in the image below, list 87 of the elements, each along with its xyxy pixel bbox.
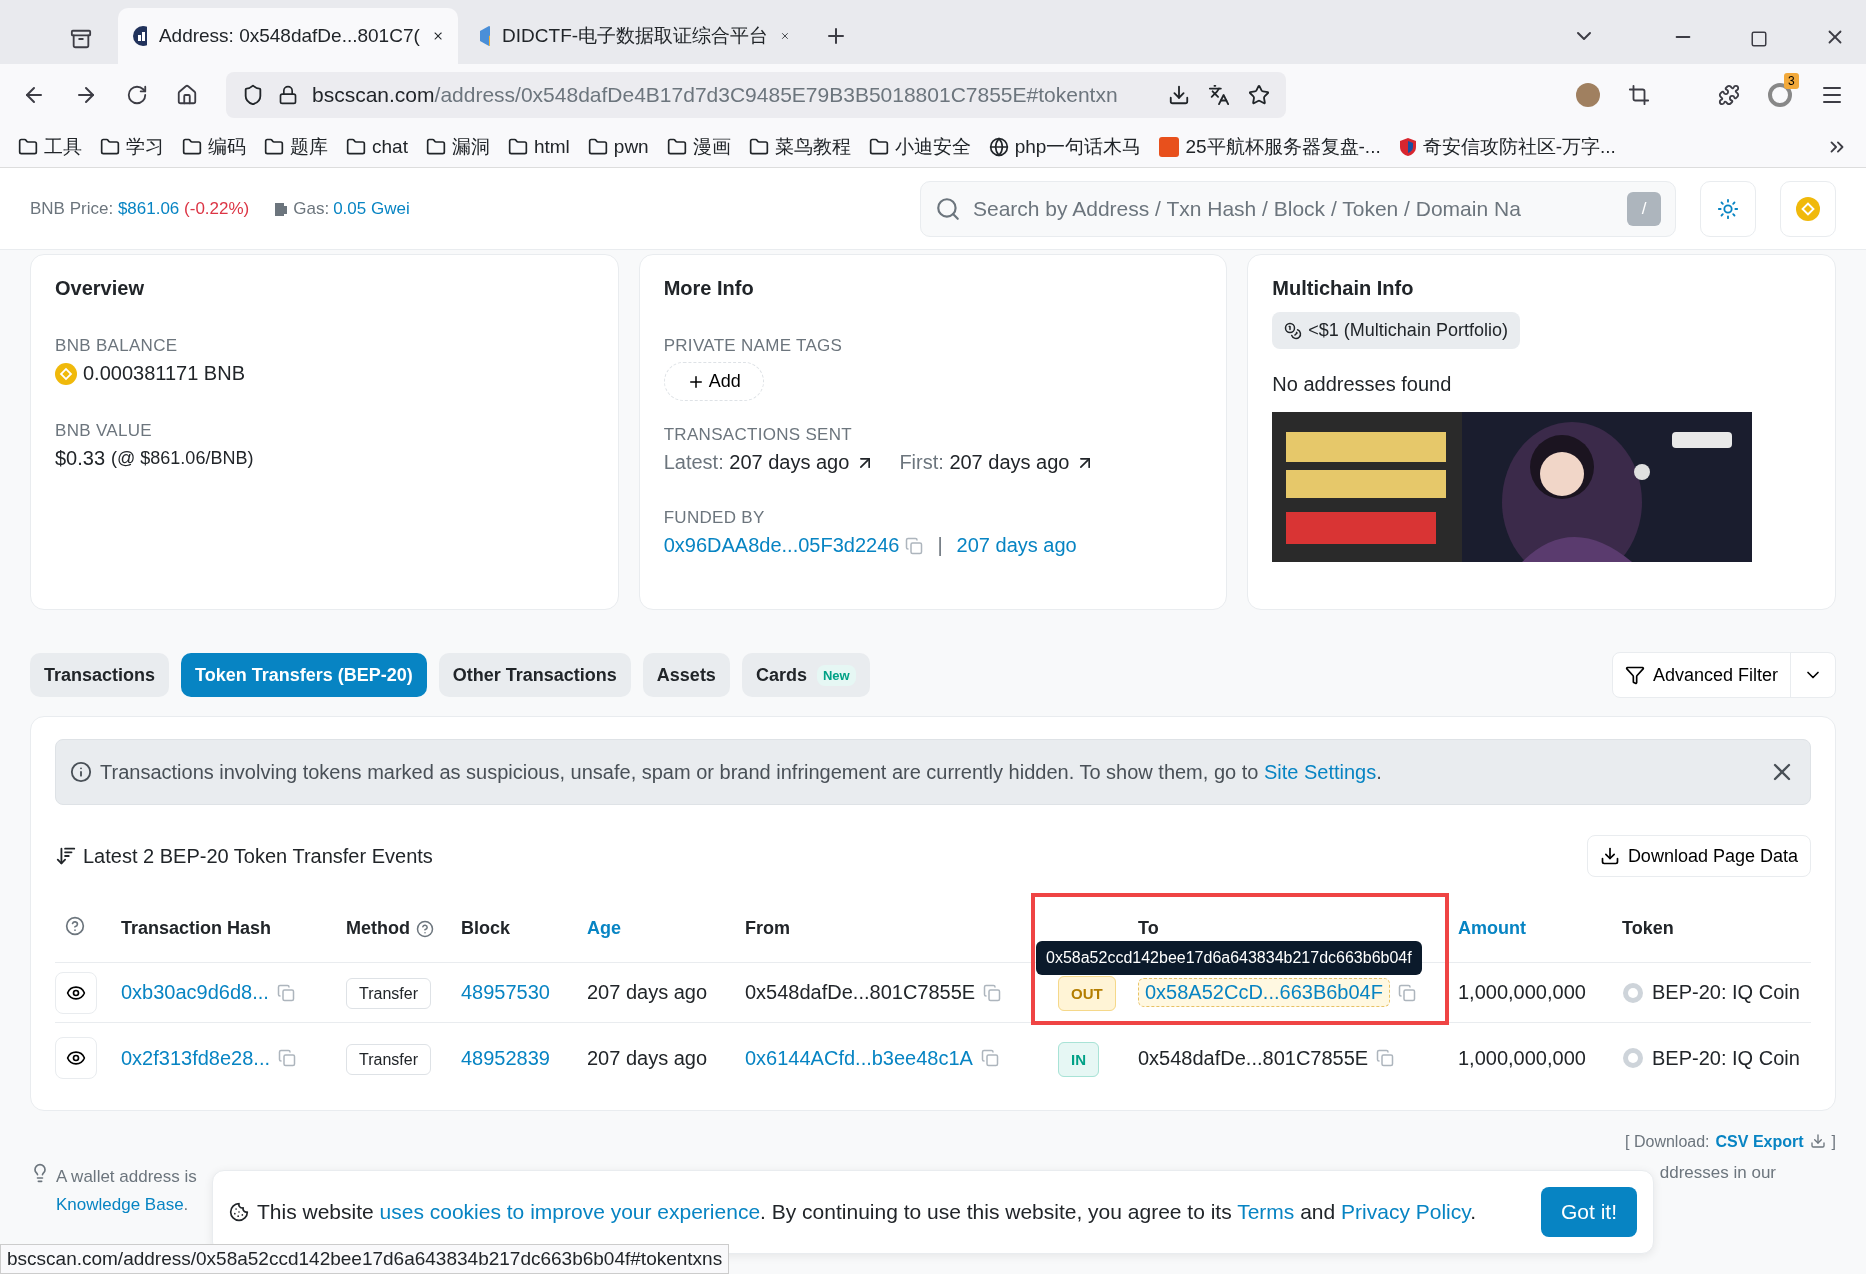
- bnb-balance: 0.000381171 BNB: [55, 362, 245, 385]
- tab[interactable]: Assets: [642, 653, 730, 697]
- direction-badge: IN: [1058, 1041, 1099, 1077]
- tip-text: ddresses in our: [1659, 1163, 1776, 1184]
- column-header: From: [745, 918, 790, 939]
- method-badge: Transfer: [346, 978, 431, 1009]
- amount-cell-text: 1,000,000,000: [1458, 1046, 1587, 1070]
- block-link[interactable]: 48957530: [461, 981, 587, 1004]
- field-label: BNB BALANCE: [55, 336, 178, 356]
- transaction-hash-link[interactable]: 0xb30ac9d6d8...: [121, 981, 269, 1004]
- field-label: FUNDED BY: [663, 508, 765, 528]
- address-tooltip: 0x58a52ccd142bee17d6a643834b217dc663b6b04f: [1036, 941, 1422, 975]
- column-header[interactable]: Amount: [1458, 918, 1622, 939]
- knowledge-base-link[interactable]: Knowledge Base: [56, 1195, 184, 1214]
- add-button[interactable]: Add: [663, 362, 764, 401]
- search-field[interactable]: Search by Address / Txn Hash / Block / Token / Domain Na /: [920, 180, 1676, 237]
- cookie-link[interactable]: uses cookies to improve your experience: [379, 1200, 761, 1223]
- to-address[interactable]: 0x58A52CcD...663B6b04F: [1138, 978, 1390, 1007]
- bookmark[interactable]: html: [507, 135, 570, 158]
- first-transaction: First: 207 days ago: [899, 451, 1070, 474]
- token-name: BEP-20: IQ Coin: [1652, 981, 1800, 1004]
- card-title: Overview: [55, 277, 144, 300]
- field-label: TRANSACTIONS SENT: [663, 425, 852, 445]
- bnb-value: $0.33 (@ $861.06/BNB): [55, 447, 254, 470]
- bookmark[interactable]: chat: [346, 135, 408, 158]
- bookmark[interactable]: 漫画: [666, 133, 731, 160]
- bookmark[interactable]: 菜鸟教程: [748, 133, 851, 160]
- from-address[interactable]: 0x6144ACfd...b3ee48c1A: [745, 1046, 973, 1070]
- bookmark[interactable]: 奇安信攻防社区-万字...: [1398, 133, 1616, 160]
- gas-price: Gas: 0.05 Gwei: [273, 198, 410, 219]
- cookie-text: This website uses cookies to improve your experience. By continuing to use this website, you agree to its Terms and Privacy Policy.: [257, 1200, 1476, 1224]
- tab[interactable]: Token Transfers (BEP-20): [181, 653, 427, 697]
- cookie-link[interactable]: Terms: [1237, 1200, 1295, 1223]
- column-header: Token: [1622, 918, 1674, 939]
- csv-export-link[interactable]: CSV Export: [1715, 1133, 1804, 1151]
- new-badge: New: [816, 664, 856, 686]
- bookmark[interactable]: 工具: [18, 133, 82, 160]
- portfolio-button[interactable]: <$1 (Multichain Portfolio): [1272, 312, 1520, 349]
- card-title: More Info: [663, 277, 754, 300]
- tab[interactable]: Transactions: [30, 653, 170, 697]
- field-label: BNB VALUE: [55, 421, 152, 441]
- funded-age-link[interactable]: 207 days ago: [956, 534, 1077, 557]
- transaction-hash-link[interactable]: 0x2f313fd8e28...: [121, 1046, 270, 1070]
- download-button[interactable]: Download Page Data: [1586, 835, 1811, 877]
- bookmark[interactable]: pwn: [587, 135, 649, 158]
- download-label: [ Download:: [1625, 1133, 1710, 1151]
- bookmark[interactable]: php一句话木马: [988, 133, 1142, 160]
- tab[interactable]: Other Transactions: [438, 653, 631, 697]
- bookmark[interactable]: 25平航杯服务器复盘-...: [1159, 133, 1381, 160]
- bnb-price: BNB Price: $861.06 (-0.22%): [30, 198, 250, 219]
- notice-text: Transactions involving tokens marked as suspicious, unsafe, spam or brand infringement are currently hidden. To show them, go to Site Settings.: [100, 760, 1382, 784]
- bookmark[interactable]: 题库: [264, 133, 328, 160]
- column-header: To: [1138, 918, 1159, 939]
- direction-badge: OUT: [1058, 976, 1116, 1011]
- tab[interactable]: Cards New: [741, 653, 870, 697]
- bookmark[interactable]: 漏洞: [425, 133, 490, 160]
- bookmark[interactable]: 编码: [182, 133, 246, 160]
- method-badge: Transfer: [346, 1043, 431, 1075]
- to-address: 0x548dafDe...801C7855E: [1138, 1046, 1369, 1070]
- amount-cell-text: 1,000,000,000: [1458, 981, 1587, 1004]
- browser-tab[interactable]: Address: 0x548dafDe...801C7(: [118, 8, 458, 64]
- shortcut-key: /: [1627, 191, 1661, 226]
- field-label: PRIVATE NAME TAGS: [663, 336, 843, 356]
- bookmark[interactable]: 小迪安全: [868, 133, 971, 160]
- events-title: Latest 2 BEP-20 Token Transfer Events: [83, 844, 433, 868]
- empty-message: No addresses found: [1272, 373, 1452, 396]
- from-address: 0x548dafDe...801C7855E: [745, 981, 976, 1004]
- column-header[interactable]: Age: [587, 918, 745, 939]
- latest-transaction: Latest: 207 days ago: [663, 451, 850, 474]
- address-bar[interactable]: bscscan.com/address/0x548dafDe4B17d7d3C9485E79B3B5018801C7855E#tokentxn: [226, 72, 1286, 118]
- column-header: Method: [346, 918, 410, 939]
- got-it-button[interactable]: Got it!: [1540, 1187, 1637, 1237]
- column-header: Block: [461, 918, 511, 939]
- status-bar-url: bscscan.com/address/0x58a52ccd142bee17d6a643834b217dc663b6b04f#tokentxns: [0, 1244, 730, 1274]
- card-title: Multichain Info: [1272, 277, 1414, 300]
- age-cell-text: 207 days ago: [587, 981, 709, 1004]
- notification-badge: 3: [1784, 73, 1799, 89]
- cookie-link[interactable]: Privacy Policy: [1341, 1200, 1471, 1223]
- token-name: BEP-20: IQ Coin: [1652, 1046, 1800, 1070]
- block-link[interactable]: 48952839: [461, 1046, 587, 1070]
- separator: |: [937, 534, 943, 557]
- bookmark[interactable]: 学习: [100, 133, 164, 160]
- age-cell-text: 207 days ago: [587, 1046, 709, 1070]
- column-header: Transaction Hash: [121, 918, 272, 939]
- browser-tab[interactable]: DIDCTF-电子数据取证综合平台: [464, 8, 804, 64]
- funder-address-link[interactable]: 0x96DAA8de...05F3d2246: [663, 534, 900, 557]
- download-label: ]: [1831, 1133, 1836, 1151]
